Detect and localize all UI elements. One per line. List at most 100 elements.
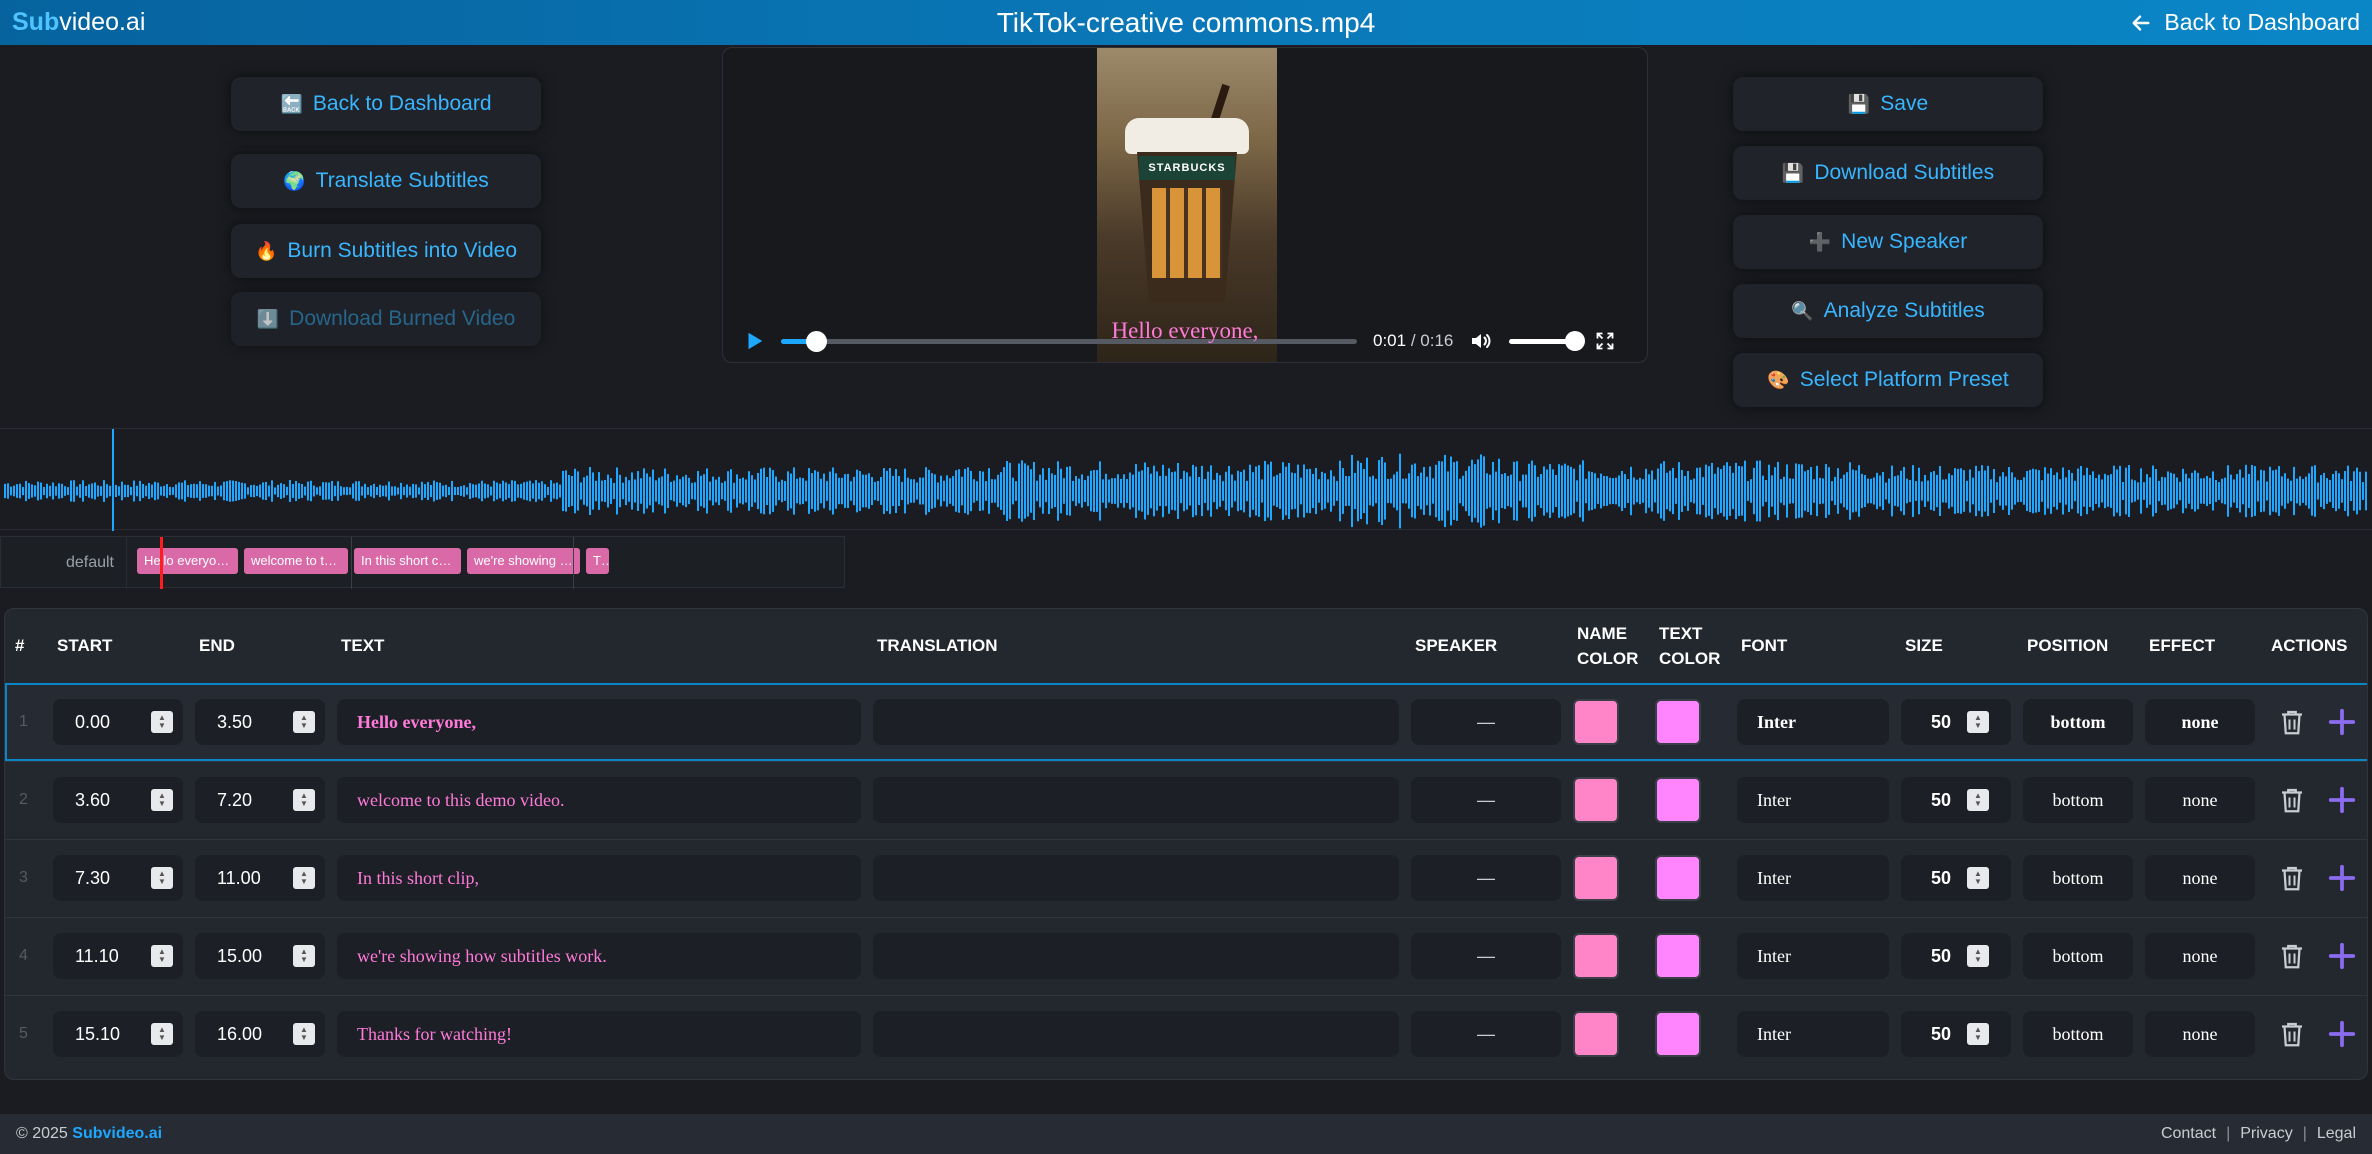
position-select[interactable]: bottom — [2023, 933, 2133, 979]
speaker-select[interactable]: — — [1411, 777, 1561, 823]
effect-select[interactable]: none — [2145, 777, 2255, 823]
spinner-control[interactable]: ▲ ▼ — [293, 789, 315, 811]
video-player[interactable]: STARBUCKS 0:01 / 0:16 Hello everyone, — [722, 47, 1648, 363]
effect-select[interactable]: none — [2145, 855, 2255, 901]
text-color-swatch[interactable] — [1655, 1011, 1701, 1058]
start-time-input[interactable]: 7.30 ▲ ▼ — [53, 855, 183, 901]
trash-icon[interactable] — [2277, 785, 2307, 815]
name-color-swatch[interactable] — [1573, 777, 1619, 823]
spinner-control[interactable]: ▲ ▼ — [151, 945, 173, 967]
spinner-control[interactable]: ▲ ▼ — [151, 789, 173, 811]
start-time-input[interactable]: 15.10 ▲ ▼ — [53, 1011, 183, 1058]
start-time-input[interactable]: 3.60 ▲ ▼ — [53, 777, 183, 823]
size-input[interactable]: 50 ▲ ▼ — [1901, 777, 2011, 823]
spinner-control[interactable]: ▲ ▼ — [151, 1023, 173, 1046]
start-time-input[interactable]: 0.00 ▲ ▼ — [53, 699, 183, 745]
trash-icon[interactable] — [2277, 863, 2307, 893]
translation-input[interactable] — [873, 777, 1399, 823]
speaker-select[interactable]: — — [1411, 933, 1561, 979]
speaker-select[interactable]: — — [1411, 699, 1561, 745]
audio-waveform[interactable] — [0, 428, 2372, 531]
timeline-chip[interactable]: welcome to this demo ... — [244, 548, 348, 574]
spinner-control[interactable]: ▲ ▼ — [293, 1023, 315, 1046]
end-time-input[interactable]: 11.00 ▲ ▼ — [195, 855, 325, 901]
size-input[interactable]: 50 ▲ ▼ — [1901, 933, 2011, 979]
table-row[interactable]: 1 0.00 ▲ ▼ 3.50 ▲ ▼ Hello everyone, — Inter 50 ▲ ▼ bo… — [5, 683, 2367, 761]
waveform-cursor[interactable] — [112, 429, 114, 531]
timeline-chip[interactable]: In this short clip, — [354, 548, 461, 574]
text-color-swatch[interactable] — [1655, 777, 1701, 823]
platform-preset-button[interactable]: 🎨 Select Platform Preset — [1733, 353, 2043, 407]
size-input[interactable]: 50 ▲ ▼ — [1901, 855, 2011, 901]
translation-input[interactable] — [873, 1011, 1399, 1058]
footer-link-legal[interactable]: Legal — [2317, 1125, 2356, 1143]
spinner-control[interactable]: ▲ ▼ — [151, 711, 173, 733]
analyze-subtitles-button[interactable]: 🔍 Analyze Subtitles — [1733, 284, 2043, 338]
plus-icon[interactable] — [2327, 785, 2357, 815]
font-select[interactable]: Inter — [1737, 855, 1889, 901]
plus-icon[interactable] — [2327, 707, 2357, 737]
position-select[interactable]: bottom — [2023, 777, 2133, 823]
end-time-input[interactable]: 15.00 ▲ ▼ — [195, 933, 325, 979]
subtitle-text-input[interactable]: we're showing how subtitles work. — [337, 933, 861, 979]
end-time-input[interactable]: 16.00 ▲ ▼ — [195, 1011, 325, 1058]
spinner-control[interactable]: ▲ ▼ — [293, 945, 315, 967]
timeline-chip[interactable]: Th... — [586, 548, 609, 574]
table-row[interactable]: 3 7.30 ▲ ▼ 11.00 ▲ ▼ In this short clip, — Inter 5… — [5, 839, 2367, 917]
timeline-playhead[interactable] — [160, 537, 163, 589]
subtitle-track[interactable]: default Hello everyone,welcome to this d… — [0, 536, 845, 589]
spinner-control[interactable]: ▲ ▼ — [1967, 945, 1989, 967]
subtitle-text-input[interactable]: Hello everyone, — [337, 699, 861, 745]
position-select[interactable]: bottom — [2023, 855, 2133, 901]
effect-select[interactable]: none — [2145, 1011, 2255, 1058]
burn-subtitles-button[interactable]: 🔥 Burn Subtitles into Video — [231, 224, 541, 278]
spinner-control[interactable]: ▲ ▼ — [1967, 867, 1989, 889]
font-select[interactable]: Inter — [1737, 1011, 1889, 1058]
download-burned-video-button[interactable]: ⬇️ Download Burned Video — [231, 292, 541, 346]
effect-select[interactable]: none — [2145, 699, 2255, 745]
size-input[interactable]: 50 ▲ ▼ — [1901, 699, 2011, 745]
footer-link-privacy[interactable]: Privacy — [2240, 1125, 2292, 1143]
font-select[interactable]: Inter — [1737, 933, 1889, 979]
text-color-swatch[interactable] — [1655, 699, 1701, 745]
table-row[interactable]: 4 11.10 ▲ ▼ 15.00 ▲ ▼ we're showing how subtitl… — [5, 917, 2367, 995]
subtitle-text-input[interactable]: In this short clip, — [337, 855, 861, 901]
translate-subtitles-button[interactable]: 🌍 Translate Subtitles — [231, 154, 541, 208]
text-color-swatch[interactable] — [1655, 933, 1701, 979]
spinner-control[interactable]: ▲ ▼ — [293, 711, 315, 733]
translation-input[interactable] — [873, 699, 1399, 745]
text-color-swatch[interactable] — [1655, 855, 1701, 901]
end-time-input[interactable]: 3.50 ▲ ▼ — [195, 699, 325, 745]
spinner-control[interactable]: ▲ ▼ — [1967, 789, 1989, 811]
name-color-swatch[interactable] — [1573, 855, 1619, 901]
spinner-control[interactable]: ▲ ▼ — [293, 867, 315, 889]
table-row[interactable]: 2 3.60 ▲ ▼ 7.20 ▲ ▼ welcome to this demo video.… — [5, 761, 2367, 839]
spinner-control[interactable]: ▲ ▼ — [151, 867, 173, 889]
footer-link-contact[interactable]: Contact — [2161, 1125, 2216, 1143]
size-input[interactable]: 50 ▲ ▼ — [1901, 1011, 2011, 1058]
translation-input[interactable] — [873, 933, 1399, 979]
new-speaker-button[interactable]: ➕ New Speaker — [1733, 215, 2043, 269]
timeline-chip[interactable]: we're showing how subti... — [467, 548, 580, 574]
subtitle-text-input[interactable]: Thanks for watching! — [337, 1011, 861, 1058]
app-logo[interactable]: Subvideo.ai — [12, 8, 145, 37]
spinner-control[interactable]: ▲ ▼ — [1967, 1023, 1989, 1046]
table-row[interactable]: 5 15.10 ▲ ▼ 16.00 ▲ ▼ Thanks for watching! — Inte… — [5, 995, 2367, 1073]
font-select[interactable]: Inter — [1737, 699, 1889, 745]
subtitle-text-input[interactable]: welcome to this demo video. — [337, 777, 861, 823]
download-subtitles-button[interactable]: 💾 Download Subtitles — [1733, 146, 2043, 200]
trash-icon[interactable] — [2277, 941, 2307, 971]
speaker-select[interactable]: — — [1411, 1011, 1561, 1058]
translation-input[interactable] — [873, 855, 1399, 901]
plus-icon[interactable] — [2327, 1019, 2357, 1049]
trash-icon[interactable] — [2277, 707, 2307, 737]
plus-icon[interactable] — [2327, 941, 2357, 971]
position-select[interactable]: bottom — [2023, 1011, 2133, 1058]
save-button[interactable]: 💾 Save — [1733, 77, 2043, 131]
start-time-input[interactable]: 11.10 ▲ ▼ — [53, 933, 183, 979]
speaker-select[interactable]: — — [1411, 855, 1561, 901]
name-color-swatch[interactable] — [1573, 699, 1619, 745]
font-select[interactable]: Inter — [1737, 777, 1889, 823]
name-color-swatch[interactable] — [1573, 1011, 1619, 1058]
position-select[interactable]: bottom — [2023, 699, 2133, 745]
